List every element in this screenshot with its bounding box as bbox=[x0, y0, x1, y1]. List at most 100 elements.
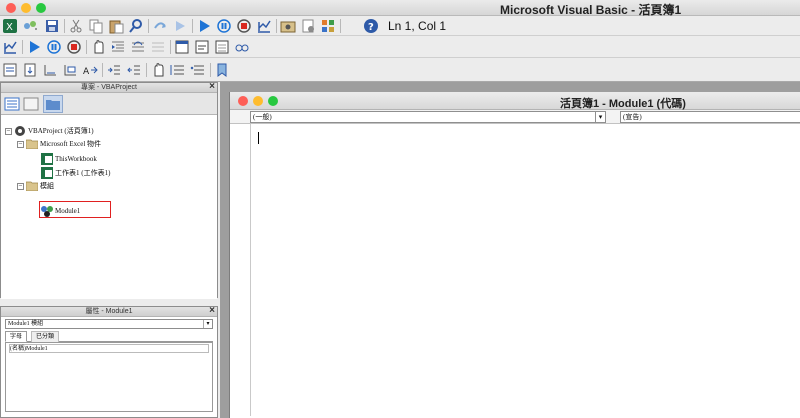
parameter-info-icon[interactable] bbox=[62, 62, 78, 78]
collapse-toggle[interactable]: − bbox=[17, 140, 24, 148]
project-explorer-pane: 專案 - VBAProject × − VBAProject (活頁簿1) − bbox=[0, 82, 218, 299]
cut-icon[interactable] bbox=[68, 18, 84, 34]
comment-block-icon[interactable] bbox=[170, 62, 186, 78]
object-select[interactable]: Module1 模組 ▾ bbox=[5, 319, 213, 329]
view-code-icon[interactable] bbox=[4, 96, 20, 112]
pause-icon[interactable] bbox=[216, 18, 232, 34]
chevron-down-icon[interactable]: ▾ bbox=[203, 320, 212, 328]
undo-icon[interactable] bbox=[152, 18, 168, 34]
code-window-title: 活頁簿1 - Module1 (代碼) bbox=[560, 98, 686, 110]
tree-node-vbaproject[interactable]: − VBAProject (活頁簿1) bbox=[5, 125, 94, 137]
tree-node-modules[interactable]: − 模組 bbox=[17, 181, 54, 191]
collapse-toggle[interactable]: − bbox=[17, 182, 24, 190]
property-name-value[interactable]: Module1 bbox=[26, 346, 48, 352]
redo-icon[interactable] bbox=[172, 18, 188, 34]
project-pane-toolbar bbox=[1, 93, 217, 115]
properties-window-icon[interactable] bbox=[300, 18, 316, 34]
paste-icon[interactable] bbox=[108, 18, 124, 34]
property-row-name[interactable]: (名稱)Module1 bbox=[9, 344, 209, 353]
code-editor[interactable] bbox=[230, 124, 800, 416]
step-into-icon[interactable] bbox=[110, 39, 126, 55]
code-window-combos: (一般) ▾ (宣告) bbox=[230, 110, 800, 124]
watch-window-icon[interactable] bbox=[214, 39, 230, 55]
save-icon[interactable] bbox=[44, 18, 60, 34]
tree-node-thisworkbook[interactable]: ThisWorkbook bbox=[41, 153, 97, 165]
project-pane-header: 專案 - VBAProject × bbox=[1, 82, 217, 93]
tree-node-sheet1[interactable]: 工作表1 (工作表1) bbox=[41, 167, 110, 179]
code-window: 活頁簿1 - Module1 (代碼) (一般) ▾ (宣告) bbox=[229, 92, 800, 418]
locals-window-icon[interactable] bbox=[174, 39, 190, 55]
properties-pane-header: 屬性 - Module1 × bbox=[1, 306, 217, 317]
margin-indicator-bar bbox=[250, 124, 251, 416]
complete-word-icon[interactable]: A bbox=[82, 62, 98, 78]
zoom-window-button[interactable] bbox=[36, 3, 46, 13]
zoom-code-window-button[interactable] bbox=[268, 96, 278, 106]
pause-icon[interactable] bbox=[46, 39, 62, 55]
folder-icon bbox=[26, 139, 38, 149]
outdent-icon[interactable] bbox=[126, 62, 142, 78]
properties-pane: 屬性 - Module1 × Module1 模組 ▾ 字母 已分類 (名稱)M… bbox=[0, 306, 218, 418]
find-icon[interactable] bbox=[128, 18, 144, 34]
insert-module-icon[interactable] bbox=[22, 18, 38, 34]
close-pane-button[interactable]: × bbox=[209, 306, 215, 316]
copy-icon[interactable] bbox=[88, 18, 104, 34]
design-mode-icon[interactable] bbox=[256, 18, 272, 34]
chevron-down-icon[interactable]: ▾ bbox=[595, 112, 605, 122]
vba-project-icon bbox=[15, 126, 25, 136]
project-pane-title: 專案 - VBAProject bbox=[80, 84, 137, 91]
project-explorer-icon[interactable] bbox=[280, 18, 296, 34]
step-out-icon[interactable] bbox=[150, 39, 166, 55]
indent-icon[interactable] bbox=[106, 62, 122, 78]
close-window-button[interactable] bbox=[6, 3, 16, 13]
svg-text:?: ? bbox=[368, 22, 374, 33]
tab-alphabetic[interactable]: 字母 bbox=[5, 331, 28, 342]
quick-info-icon[interactable] bbox=[42, 62, 58, 78]
edit-toolbar: A bbox=[0, 58, 800, 82]
module1-highlight-box bbox=[39, 201, 111, 218]
run-icon[interactable] bbox=[26, 39, 42, 55]
tree-node-excel-objects[interactable]: − Microsoft Excel 物件 bbox=[17, 139, 101, 149]
text-caret bbox=[258, 132, 259, 144]
excel-icon[interactable]: X bbox=[2, 18, 18, 34]
svg-text:X: X bbox=[6, 22, 13, 33]
object-browser-icon[interactable] bbox=[320, 18, 336, 34]
procedure-combo[interactable]: (宣告) bbox=[620, 111, 800, 123]
properties-pane-title: 屬性 - Module1 bbox=[85, 308, 133, 315]
view-object-icon[interactable] bbox=[23, 96, 39, 112]
step-over-icon[interactable] bbox=[130, 39, 146, 55]
property-name-label: (名稱) bbox=[10, 346, 26, 352]
code-window-title-bar: 活頁簿1 - Module1 (代碼) bbox=[230, 92, 800, 110]
minimize-window-button[interactable] bbox=[21, 3, 31, 13]
debug-toolbar bbox=[0, 36, 800, 58]
list-properties-icon[interactable] bbox=[2, 62, 18, 78]
stop-icon[interactable] bbox=[66, 39, 82, 55]
tab-categorized[interactable]: 已分類 bbox=[31, 331, 60, 342]
run-icon[interactable] bbox=[196, 18, 212, 34]
worksheet-icon bbox=[41, 167, 53, 179]
uncomment-block-icon[interactable] bbox=[190, 62, 206, 78]
minimize-code-window-button[interactable] bbox=[253, 96, 263, 106]
list-constants-icon[interactable] bbox=[22, 62, 38, 78]
object-combo[interactable]: (一般) ▾ bbox=[250, 111, 606, 123]
properties-grid: (名稱)Module1 bbox=[5, 342, 213, 412]
help-icon[interactable]: ? bbox=[363, 18, 379, 34]
close-pane-button[interactable]: × bbox=[209, 82, 215, 92]
workbook-icon bbox=[41, 153, 53, 165]
folder-icon bbox=[26, 181, 38, 191]
breakpoint-hand-icon[interactable] bbox=[150, 62, 166, 78]
stop-icon[interactable] bbox=[236, 18, 252, 34]
title-bar: Microsoft Visual Basic - 活頁簿1 bbox=[0, 0, 800, 17]
design-mode-icon[interactable] bbox=[2, 39, 18, 55]
toggle-bookmark-icon[interactable] bbox=[214, 62, 230, 78]
cursor-position: Ln 1, Col 1 bbox=[388, 19, 447, 33]
close-code-window-button[interactable] bbox=[238, 96, 248, 106]
standard-toolbar: X ? Ln 1, Col 1 bbox=[0, 16, 800, 36]
toggle-folders-icon[interactable] bbox=[43, 95, 63, 113]
properties-tabs: 字母 已分類 bbox=[5, 331, 213, 342]
svg-text:A: A bbox=[83, 67, 90, 77]
collapse-toggle[interactable]: − bbox=[5, 127, 12, 135]
immediate-window-icon[interactable] bbox=[194, 39, 210, 55]
quick-watch-icon[interactable] bbox=[234, 39, 250, 55]
toggle-breakpoint-icon[interactable] bbox=[90, 39, 106, 55]
project-tree: − VBAProject (活頁簿1) − Microsoft Excel 物件… bbox=[1, 115, 217, 299]
